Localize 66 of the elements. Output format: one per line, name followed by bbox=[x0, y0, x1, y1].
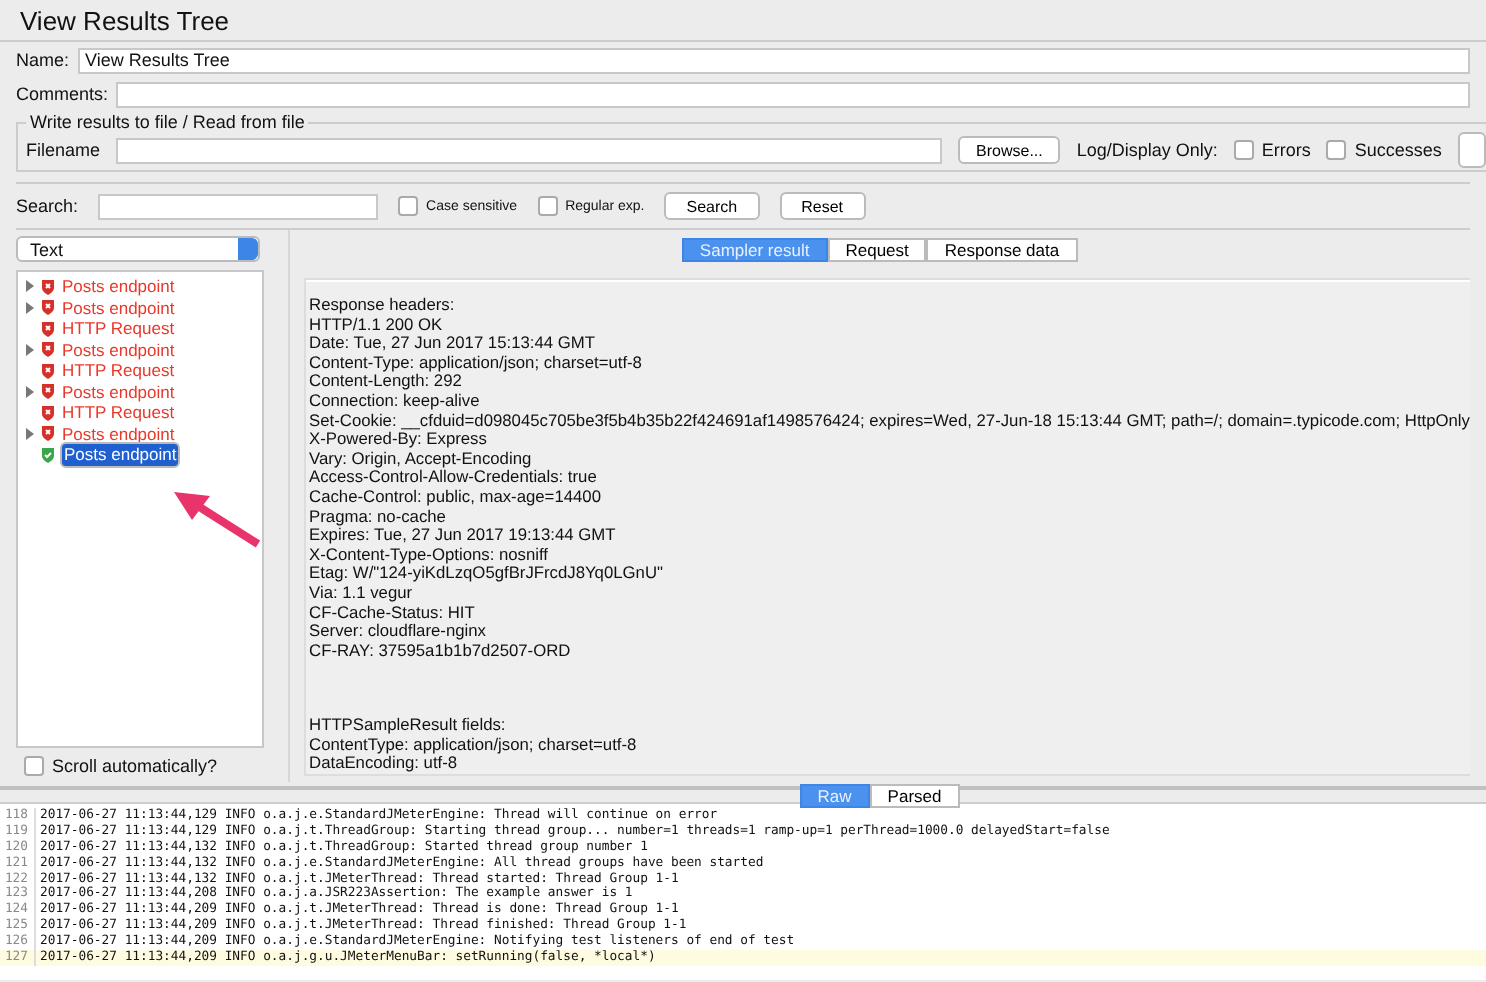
response-line: Cache-Control: public, max-age=14400 bbox=[309, 487, 603, 508]
tree-item[interactable]: HTTP Request bbox=[60, 318, 177, 339]
response-line: Connection: keep-alive bbox=[309, 391, 482, 412]
field-label: Search: bbox=[16, 196, 79, 216]
response-line: Vary: Origin, Accept-Encoding bbox=[309, 449, 534, 469]
renderer-dropdown[interactable]: Text bbox=[16, 236, 260, 262]
response-line: X-Powered-By: Express bbox=[309, 430, 487, 450]
annotation-arrow bbox=[170, 488, 262, 548]
expand-triangle-icon[interactable] bbox=[24, 385, 36, 398]
tree-item[interactable]: Posts endpoint bbox=[60, 276, 177, 297]
response-line: Set-Cookie: __cfduid=d098045c705be3f5b4b35b22f424691af1498576424; expires=Wed, 27-Jun-18 15:13:44 GMT; path=/; domain=.typicode.com; HttpOnly bbox=[309, 411, 1470, 431]
checkbox-label: Successes bbox=[1354, 140, 1442, 160]
button[interactable] bbox=[1457, 132, 1486, 168]
field-label: Filename bbox=[26, 140, 101, 160]
response-line: Server: cloudflare-nginx bbox=[309, 622, 488, 642]
checkbox[interactable] bbox=[1233, 140, 1254, 160]
reset-button[interactable]: Reset bbox=[779, 192, 866, 220]
response-line: X-Content-Type-Options: nosniff bbox=[309, 545, 551, 565]
expand-triangle-icon[interactable] bbox=[24, 343, 36, 356]
response-line: DataEncoding: utf-8 bbox=[309, 754, 458, 775]
response-line: Access-Control-Allow-Credentials: true bbox=[309, 468, 599, 488]
response-line: ContentType: application/json; charset=utf-8 bbox=[309, 735, 639, 755]
name-field[interactable]: View Results Tree bbox=[77, 47, 1470, 73]
tree-item[interactable]: HTTP Request bbox=[60, 360, 177, 381]
tree-item[interactable]: Posts endpoint bbox=[60, 423, 177, 444]
checkbox[interactable] bbox=[537, 196, 558, 216]
search-field[interactable] bbox=[98, 193, 379, 219]
tab[interactable]: Request bbox=[827, 238, 927, 262]
response-line: HTTP/1.1 200 OK bbox=[309, 315, 445, 335]
panel-title: View Results Tree bbox=[0, 0, 1486, 42]
tab[interactable]: Response data bbox=[926, 238, 1078, 262]
response-line: Response headers: bbox=[309, 296, 457, 316]
response-line: Content-Type: application/json; charset=utf-8 bbox=[309, 353, 644, 373]
tree-item[interactable]: Posts endpoint bbox=[60, 297, 177, 318]
checkbox[interactable] bbox=[24, 756, 44, 776]
response-line: Content-Length: 292 bbox=[309, 372, 462, 392]
field-label: Name: bbox=[16, 50, 70, 70]
field-label: Comments: bbox=[16, 84, 109, 104]
expand-triangle-icon[interactable] bbox=[24, 280, 36, 293]
field-label: Log/Display Only: bbox=[1076, 140, 1218, 160]
browse-button[interactable]: Browse... bbox=[958, 136, 1061, 164]
response-line: Via: 1.1 vegur bbox=[309, 583, 413, 603]
checkbox[interactable] bbox=[1326, 140, 1347, 160]
tree-item[interactable]: Posts endpoint bbox=[60, 339, 177, 360]
view-toggle[interactable]: Raw bbox=[799, 784, 870, 809]
tree-item[interactable]: Posts endpoint bbox=[60, 441, 181, 468]
response-line: Pragma: no-cache bbox=[309, 507, 446, 527]
response-line: Date: Tue, 27 Jun 2017 15:13:44 GMT bbox=[309, 334, 597, 354]
view-toggle[interactable]: Parsed bbox=[869, 784, 960, 809]
checkbox-label: Scroll automatically? bbox=[52, 756, 218, 776]
comments-field[interactable] bbox=[116, 81, 1470, 107]
search-button[interactable]: Search bbox=[664, 192, 760, 220]
filename-field[interactable] bbox=[116, 137, 943, 163]
checkbox-label: Errors bbox=[1261, 140, 1311, 160]
response-line: Etag: W/"124-yiKdLzqO5gfBrJFrcdJ8Yq0LGnU" bbox=[309, 564, 665, 584]
expand-triangle-icon[interactable] bbox=[24, 301, 36, 314]
response-line: HTTPSampleResult fields: bbox=[309, 716, 508, 736]
tree-item[interactable]: Posts endpoint bbox=[60, 381, 177, 402]
response-line: CF-Cache-Status: HIT bbox=[309, 603, 477, 623]
expand-triangle-icon[interactable] bbox=[24, 427, 36, 440]
tab[interactable]: Sampler result bbox=[681, 238, 828, 262]
tree-item[interactable]: HTTP Request bbox=[60, 402, 177, 423]
group-legend: Write results to file / Read from file bbox=[26, 112, 309, 132]
response-line: Expires: Tue, 27 Jun 2017 19:13:44 GMT bbox=[309, 526, 618, 546]
response-line: CF-RAY: 37595a1b1b7d2507-ORD bbox=[309, 641, 573, 661]
checkbox[interactable] bbox=[398, 196, 419, 216]
